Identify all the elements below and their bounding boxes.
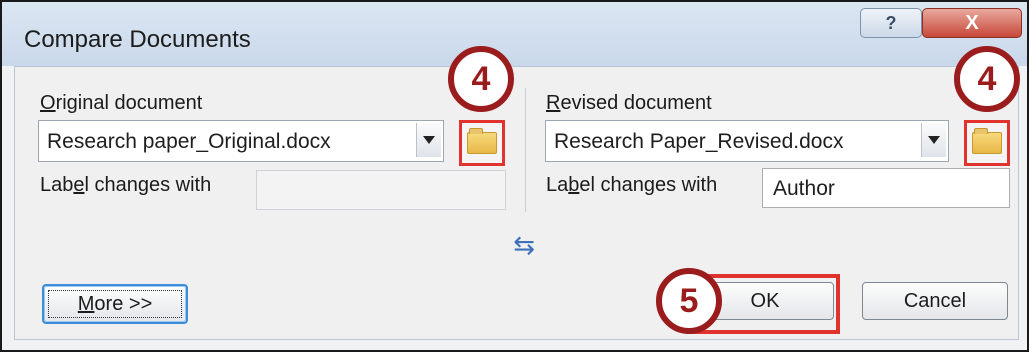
revised-document-value: Research Paper_Revised.docx: [554, 130, 844, 153]
original-document-combobox[interactable]: Research paper_Original.docx: [38, 120, 444, 162]
revised-label-changes-value: Author: [773, 177, 835, 200]
compare-documents-dialog: Compare Documents ? X Original document …: [0, 0, 1029, 352]
section-divider: [525, 88, 526, 212]
browse-original-button[interactable]: [459, 120, 505, 166]
step-4-callout-left: 4: [448, 46, 514, 112]
step-5-callout: 5: [656, 268, 722, 334]
original-label-changes-field: [256, 170, 506, 210]
cancel-button[interactable]: Cancel: [862, 282, 1008, 320]
original-label-changes-label: Label changes with: [40, 174, 212, 196]
chevron-down-icon[interactable]: [921, 123, 946, 157]
dialog-title: Compare Documents: [24, 26, 251, 53]
folder-open-icon: [467, 128, 497, 154]
original-document-label: Original document: [40, 92, 203, 114]
revised-document-label: Revised document: [546, 92, 712, 114]
original-document-value: Research paper_Original.docx: [47, 130, 331, 153]
step-4-callout-right: 4: [954, 46, 1020, 112]
revised-document-combobox[interactable]: Research Paper_Revised.docx: [545, 120, 949, 162]
chevron-down-icon[interactable]: [416, 123, 441, 157]
close-button[interactable]: X: [922, 8, 1022, 38]
revised-label-changes-label: Label changes with: [546, 174, 718, 196]
revised-label-changes-field[interactable]: Author: [762, 168, 1010, 208]
help-button[interactable]: ?: [860, 8, 922, 38]
title-bar: Compare Documents ? X: [2, 2, 1027, 66]
swap-arrows-icon[interactable]: ⇆: [510, 232, 538, 268]
folder-open-icon: [972, 128, 1002, 154]
more-button[interactable]: More >>: [42, 284, 188, 324]
browse-revised-button[interactable]: [964, 120, 1010, 166]
